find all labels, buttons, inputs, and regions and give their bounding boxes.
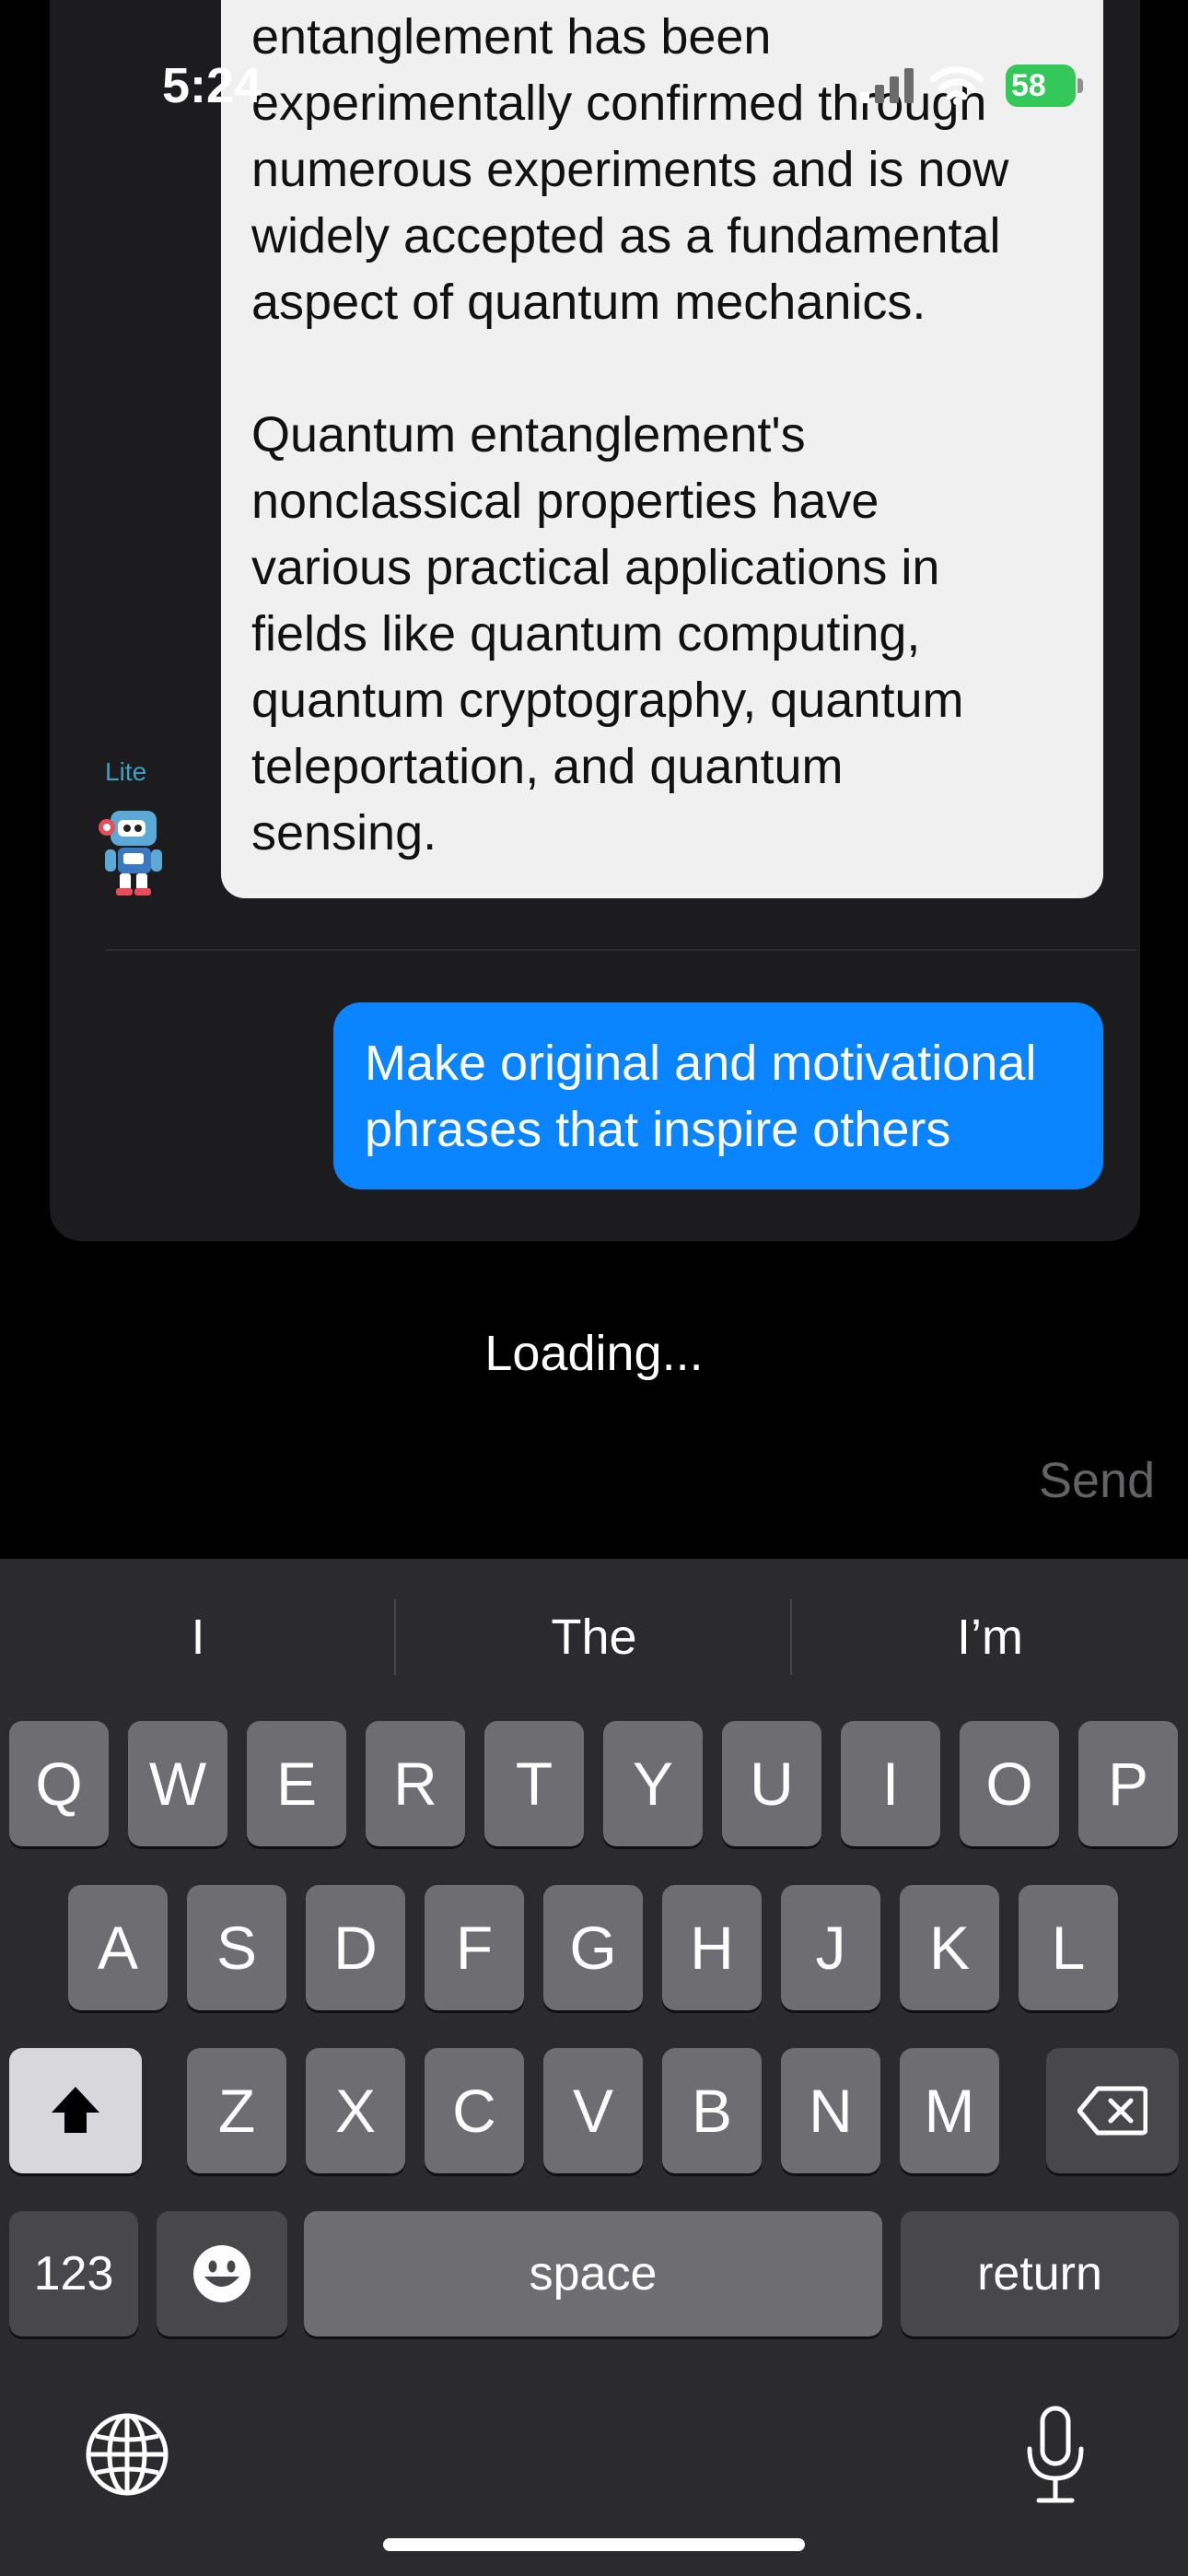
key-e[interactable]: E — [247, 1721, 346, 1846]
key-t[interactable]: T — [484, 1721, 584, 1846]
return-key[interactable]: return — [901, 2211, 1179, 2336]
battery-tip — [1077, 78, 1083, 93]
key-i[interactable]: I — [841, 1721, 940, 1846]
ai-message-text: entanglement has been experimentally con… — [251, 9, 1009, 861]
key-p[interactable]: P — [1078, 1721, 1178, 1846]
globe-icon[interactable] — [85, 2412, 169, 2497]
key-u[interactable]: U — [722, 1721, 821, 1846]
battery-level: 58 — [1011, 68, 1046, 103]
loading-indicator: Loading... — [484, 1326, 704, 1381]
shift-key[interactable] — [9, 2048, 142, 2173]
key-z[interactable]: Z — [187, 2048, 286, 2173]
key-k[interactable]: K — [900, 1885, 999, 2010]
key-b[interactable]: B — [662, 2048, 762, 2173]
key-r[interactable]: R — [366, 1721, 465, 1846]
emoji-icon — [193, 2245, 250, 2302]
key-f[interactable]: F — [425, 1885, 524, 2010]
backspace-icon — [1077, 2086, 1147, 2136]
mic-icon[interactable] — [1022, 2405, 1089, 2506]
numbers-key[interactable]: 123 — [9, 2211, 138, 2336]
suggestion-1[interactable]: I — [0, 1609, 396, 1666]
home-indicator — [383, 2538, 805, 2551]
robot-avatar-icon — [99, 811, 162, 896]
model-tag: Lite — [105, 757, 147, 786]
send-button[interactable]: Send — [1039, 1452, 1155, 1509]
backspace-key[interactable] — [1046, 2048, 1179, 2173]
key-n[interactable]: N — [781, 2048, 880, 2173]
key-l[interactable]: L — [1019, 1885, 1118, 2010]
user-message-text: Make original and motivational phrases t… — [365, 1036, 1037, 1157]
key-h[interactable]: H — [662, 1885, 762, 2010]
key-g[interactable]: G — [543, 1885, 643, 2010]
message-divider — [105, 949, 1136, 951]
key-v[interactable]: V — [543, 2048, 643, 2173]
key-q[interactable]: Q — [9, 1721, 109, 1846]
key-j[interactable]: J — [781, 1885, 880, 2010]
suggestion-3[interactable]: I’m — [792, 1609, 1188, 1666]
wifi-icon — [930, 66, 984, 105]
emoji-key[interactable] — [157, 2211, 287, 2336]
space-key[interactable]: space — [304, 2211, 882, 2336]
key-w[interactable]: W — [128, 1721, 227, 1846]
key-c[interactable]: C — [425, 2048, 524, 2173]
key-o[interactable]: O — [960, 1721, 1059, 1846]
key-m[interactable]: M — [900, 2048, 999, 2173]
shift-icon — [52, 2087, 99, 2133]
status-time: 5:24 — [162, 58, 262, 113]
key-a[interactable]: A — [68, 1885, 168, 2010]
key-y[interactable]: Y — [603, 1721, 703, 1846]
signal-icon — [860, 68, 914, 103]
key-d[interactable]: D — [306, 1885, 405, 2010]
suggestion-2[interactable]: The — [396, 1609, 792, 1666]
battery-icon: 58 — [1006, 64, 1083, 107]
key-s[interactable]: S — [187, 1885, 286, 2010]
key-x[interactable]: X — [306, 2048, 405, 2173]
